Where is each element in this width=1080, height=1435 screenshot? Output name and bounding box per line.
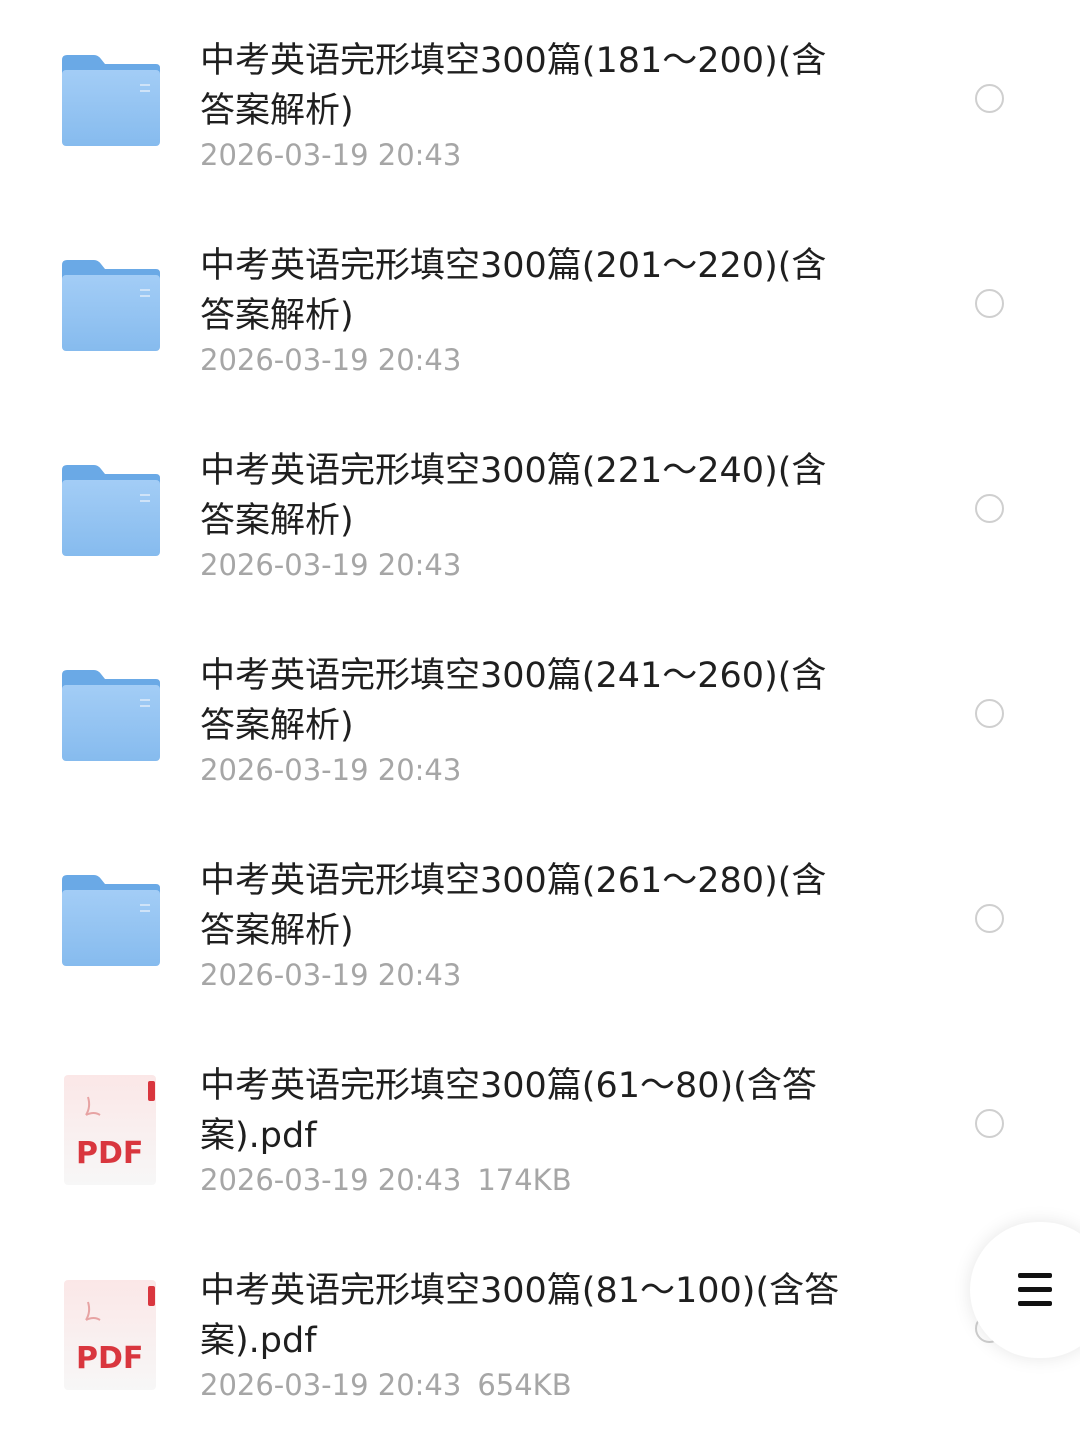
file-row[interactable]: PDF 中考英语完形填空300篇(61～80)(含答案).pdf 2026-03… <box>0 1025 1080 1230</box>
file-date: 2026-03-19 20:43 <box>200 343 462 377</box>
file-meta: 2026-03-19 20:43 <box>200 753 461 787</box>
file-date: 2026-03-19 20:43 <box>200 138 462 172</box>
select-radio[interactable] <box>975 904 1004 933</box>
file-name: 中考英语完形填空300篇(221～240)(含答案解析) <box>200 451 827 541</box>
file-meta: 2026-03-19 20:43 <box>200 548 461 582</box>
file-date: 2026-03-19 20:43 <box>200 753 462 787</box>
folder-icon <box>60 50 162 146</box>
file-date: 2026-03-19 20:43 <box>200 958 462 992</box>
folder-icon <box>60 255 162 351</box>
file-name: 中考英语完形填空300篇(261～280)(含答案解析) <box>200 861 827 951</box>
file-meta: 2026-03-19 20:43 <box>200 138 461 172</box>
pdf-file-icon: PDF <box>60 1075 162 1185</box>
file-date: 2026-03-19 20:43 <box>200 548 462 582</box>
select-radio[interactable] <box>975 84 1004 113</box>
file-name: 中考英语完形填空300篇(241～260)(含答案解析) <box>200 656 827 746</box>
folder-icon <box>60 665 162 761</box>
select-radio[interactable] <box>975 289 1004 318</box>
file-row[interactable]: 中考英语完形填空300篇(261～280)(含答案解析) 2026-03-19 … <box>0 820 1080 1025</box>
select-radio[interactable] <box>975 699 1004 728</box>
select-radio[interactable] <box>975 1109 1004 1138</box>
file-row[interactable]: 中考英语完形填空300篇(221～240)(含答案解析) 2026-03-19 … <box>0 410 1080 615</box>
file-row[interactable]: PDF 中考英语完形填空300篇(81～100)(含答案).pdf 2026-0… <box>0 1230 1080 1435</box>
file-size: 174KB <box>477 1163 572 1197</box>
file-meta: 2026-03-19 20:43 654KB <box>200 1368 572 1402</box>
pdf-label: PDF <box>76 1136 143 1171</box>
hamburger-icon <box>1018 1273 1052 1307</box>
select-radio[interactable] <box>975 494 1004 523</box>
file-name: 中考英语完形填空300篇(181～200)(含答案解析) <box>200 41 827 131</box>
pdf-label: PDF <box>76 1341 143 1376</box>
file-meta: 2026-03-19 20:43 <box>200 343 461 377</box>
file-row[interactable]: 中考英语完形填空300篇(241～260)(含答案解析) 2026-03-19 … <box>0 615 1080 820</box>
file-name: 中考英语完形填空300篇(201～220)(含答案解析) <box>200 246 827 336</box>
folder-icon <box>60 870 162 966</box>
file-date: 2026-03-19 20:43 <box>200 1368 462 1402</box>
folder-icon <box>60 460 162 556</box>
file-row[interactable]: 中考英语完形填空300篇(201～220)(含答案解析) 2026-03-19 … <box>0 205 1080 410</box>
file-list: 中考英语完形填空300篇(181～200)(含答案解析) 2026-03-19 … <box>0 0 1080 1435</box>
file-size: 654KB <box>477 1368 572 1402</box>
file-row[interactable]: 中考英语完形填空300篇(181～200)(含答案解析) 2026-03-19 … <box>0 0 1080 205</box>
file-meta: 2026-03-19 20:43 174KB <box>200 1163 572 1197</box>
file-name: 中考英语完形填空300篇(61～80)(含答案).pdf <box>200 1066 817 1156</box>
file-meta: 2026-03-19 20:43 <box>200 958 461 992</box>
file-date: 2026-03-19 20:43 <box>200 1163 462 1197</box>
file-name: 中考英语完形填空300篇(81～100)(含答案).pdf <box>200 1271 840 1361</box>
pdf-file-icon: PDF <box>60 1280 162 1390</box>
